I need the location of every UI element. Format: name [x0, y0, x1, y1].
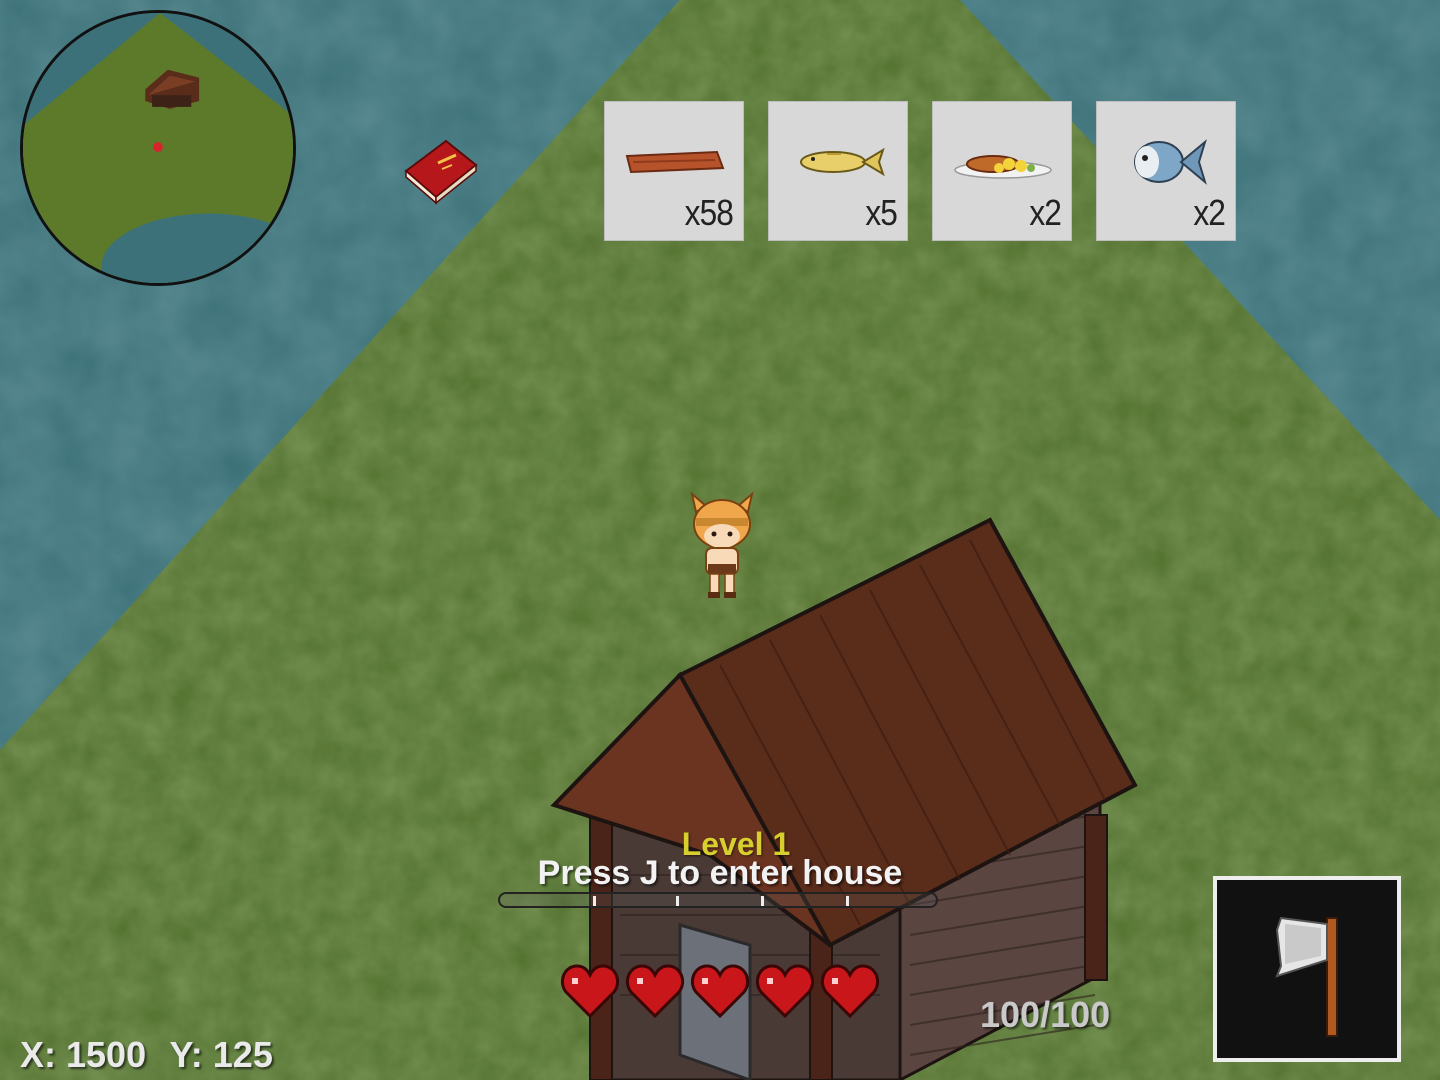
experience-bar-tick — [846, 896, 849, 906]
cooked-meal-icon — [954, 155, 1052, 179]
inventory-slot-cooked-meal[interactable]: x2 — [932, 101, 1072, 241]
equipped-tool-slot[interactable] — [1213, 876, 1401, 1062]
wood-plank-icon — [625, 150, 725, 174]
health-value: 100/100 — [980, 994, 1111, 1035]
heart-icon — [691, 964, 749, 1019]
book-icon[interactable] — [400, 135, 480, 205]
experience-bar-tick — [593, 896, 596, 906]
heart-icon — [756, 964, 814, 1019]
minimap — [20, 10, 296, 286]
inventory-slot-wood[interactable]: x58 — [604, 101, 744, 241]
experience-bar-tick — [676, 896, 679, 906]
experience-bar-tick — [761, 896, 764, 906]
coordinate-y: Y: 125 — [169, 1034, 273, 1075]
inventory-slot-blue-fish[interactable]: x2 — [1096, 101, 1236, 241]
heart-icon — [561, 964, 619, 1019]
coordinate-x: X: 1500 — [20, 1034, 147, 1075]
blue-fish-icon — [1134, 139, 1207, 185]
inventory-slot-yellow-fish[interactable]: x5 — [768, 101, 908, 241]
inventory-count: x2 — [1029, 192, 1062, 233]
minimap-player-marker — [153, 142, 163, 152]
inventory-count: x2 — [1193, 192, 1226, 233]
experience-bar — [498, 892, 938, 908]
inventory-count: x5 — [865, 192, 898, 233]
heart-icon — [626, 964, 684, 1019]
health-hearts — [560, 962, 900, 1024]
axe-icon — [1275, 916, 1338, 1037]
inventory-count: x58 — [684, 192, 734, 233]
yellow-fish-icon — [800, 147, 885, 177]
heart-icon — [821, 964, 879, 1019]
player-coordinates: X: 1500 Y: 125 — [20, 1034, 287, 1076]
